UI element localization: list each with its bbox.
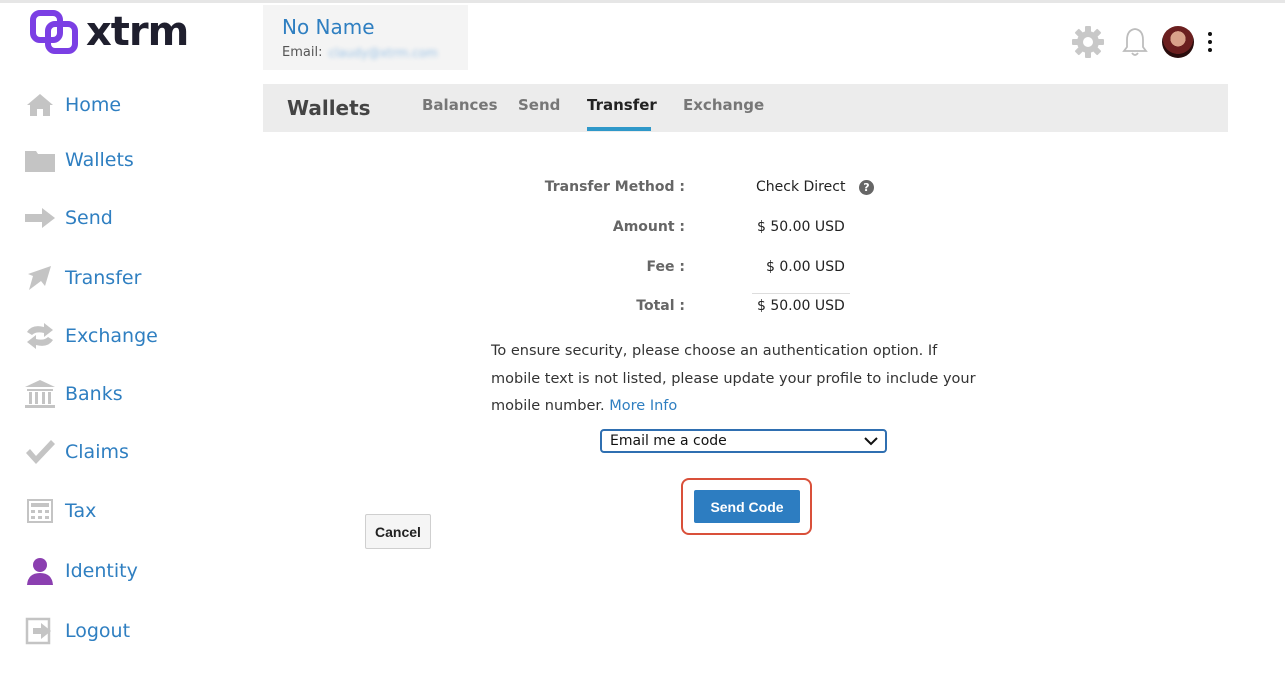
active-tab-indicator bbox=[587, 127, 651, 131]
sidebar-item-logout[interactable]: Logout bbox=[24, 611, 130, 651]
sidebar-item-tax[interactable]: Tax bbox=[24, 491, 96, 531]
gear-icon[interactable] bbox=[1068, 22, 1108, 62]
sidebar-item-label: Send bbox=[65, 207, 113, 229]
sidebar-item-banks[interactable]: Banks bbox=[24, 374, 123, 414]
transfer-method-label: Transfer Method : bbox=[544, 179, 685, 195]
sidebar-item-claims[interactable]: Claims bbox=[24, 432, 129, 472]
sidebar-item-identity[interactable]: Identity bbox=[24, 551, 138, 591]
bank-icon bbox=[24, 379, 56, 409]
sidebar-item-label: Claims bbox=[65, 441, 129, 463]
avatar[interactable] bbox=[1162, 26, 1194, 58]
fee-value: $ 0.00 USD bbox=[766, 259, 845, 275]
sidebar-item-label: Banks bbox=[65, 383, 123, 405]
top-border bbox=[0, 0, 1285, 3]
more-info-link[interactable]: More Info bbox=[609, 398, 677, 414]
folder-icon bbox=[24, 145, 56, 175]
logo[interactable]: xtrm bbox=[30, 9, 189, 55]
section-title: Wallets bbox=[287, 96, 371, 120]
sidebar-item-label: Tax bbox=[65, 500, 97, 522]
bell-icon[interactable] bbox=[1118, 22, 1152, 62]
sidebar-item-label: Identity bbox=[65, 560, 138, 582]
transfer-method-value: Check Direct bbox=[756, 179, 846, 195]
transfer-arrow-icon bbox=[24, 263, 56, 293]
sidebar-item-home[interactable]: Home bbox=[24, 85, 121, 125]
xtrm-logo-icon bbox=[30, 10, 78, 54]
tab-balances[interactable]: Balances bbox=[422, 96, 498, 114]
amount-value: $ 50.00 USD bbox=[757, 219, 845, 235]
send-code-button[interactable]: Send Code bbox=[694, 490, 800, 523]
cancel-button[interactable]: Cancel bbox=[365, 514, 431, 549]
tab-send[interactable]: Send bbox=[518, 96, 560, 114]
sidebar-item-send[interactable]: Send bbox=[24, 198, 113, 238]
sidebar-item-label: Home bbox=[65, 94, 122, 116]
auth-option-selected: Email me a code bbox=[610, 433, 727, 449]
user-name[interactable]: No Name bbox=[282, 15, 375, 39]
exchange-icon bbox=[24, 321, 56, 351]
checkmark-icon bbox=[24, 437, 56, 467]
email-row: Email: claudy@xtrm.com bbox=[282, 45, 438, 60]
amount-label: Amount : bbox=[612, 219, 685, 235]
calculator-icon bbox=[24, 496, 56, 526]
sidebar-item-exchange[interactable]: Exchange bbox=[24, 316, 158, 356]
total-value: $ 50.00 USD bbox=[757, 298, 845, 314]
email-label: Email: bbox=[282, 45, 323, 60]
tab-exchange[interactable]: Exchange bbox=[683, 96, 764, 114]
user-info-box: No Name Email: claudy@xtrm.com bbox=[263, 5, 468, 70]
sidebar-item-label: Transfer bbox=[65, 267, 142, 289]
header-actions bbox=[1068, 22, 1220, 62]
arrow-right-icon bbox=[24, 203, 56, 233]
tab-transfer[interactable]: Transfer bbox=[587, 96, 657, 114]
email-value: claudy@xtrm.com bbox=[328, 45, 438, 60]
auth-message: To ensure security, please choose an aut… bbox=[491, 338, 991, 421]
sidebar-item-wallets[interactable]: Wallets bbox=[24, 140, 134, 180]
logout-icon bbox=[24, 616, 56, 646]
brand-name: xtrm bbox=[86, 9, 189, 55]
auth-message-text: To ensure security, please choose an aut… bbox=[491, 343, 976, 414]
fee-label: Fee : bbox=[646, 259, 685, 275]
sidebar-item-transfer[interactable]: Transfer bbox=[24, 258, 141, 298]
total-label: Total : bbox=[636, 298, 685, 314]
sidebar-item-label: Exchange bbox=[65, 325, 158, 347]
person-icon bbox=[24, 556, 56, 586]
sidebar-item-label: Logout bbox=[65, 620, 131, 642]
home-icon bbox=[24, 90, 56, 120]
chevron-down-icon bbox=[863, 435, 879, 451]
sidebar-item-label: Wallets bbox=[65, 149, 134, 171]
more-menu-icon[interactable] bbox=[1200, 26, 1220, 58]
wallets-tabbar: Wallets Balances Send Transfer Exchange bbox=[263, 84, 1228, 132]
auth-option-select[interactable]: Email me a code bbox=[600, 429, 887, 453]
total-divider bbox=[752, 293, 850, 294]
help-icon[interactable]: ? bbox=[859, 180, 874, 195]
